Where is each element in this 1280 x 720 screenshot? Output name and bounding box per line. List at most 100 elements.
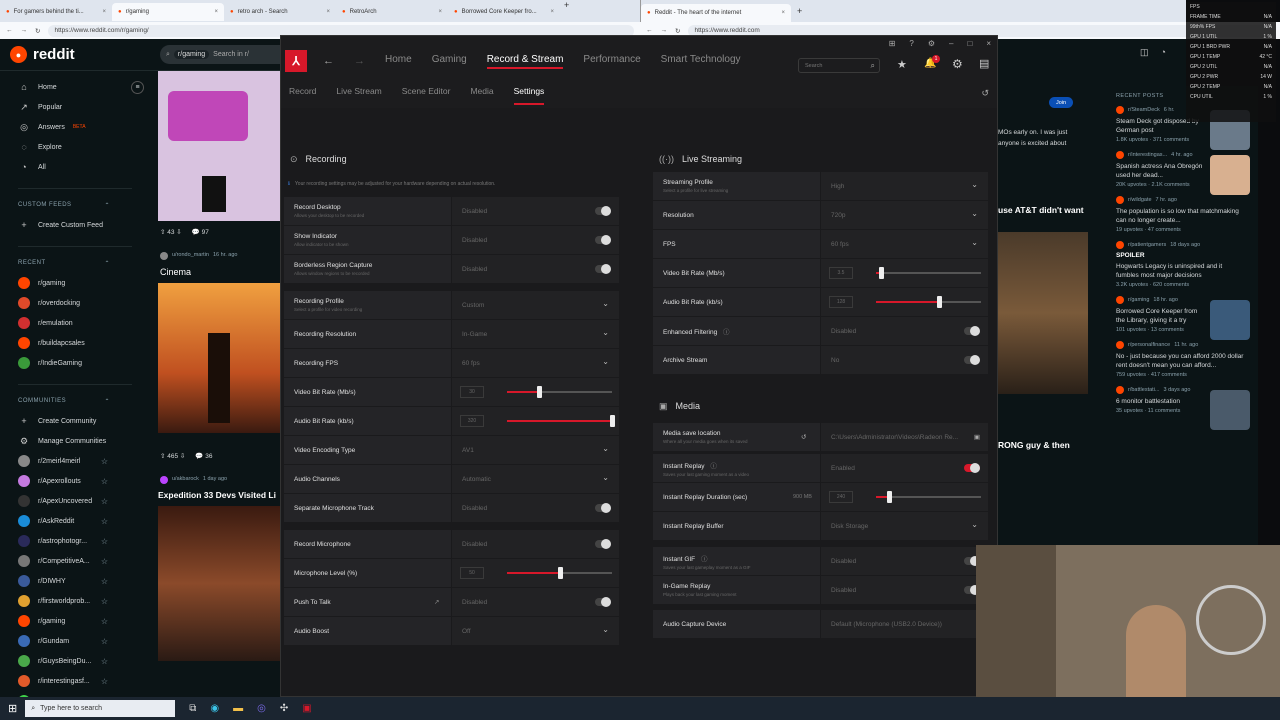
app-icon[interactable]: ✣ [280,703,288,714]
setting-row-video-bit-rate-mb-s-[interactable]: Video Bit Rate (Mb/s) 3.5 [653,259,988,287]
forward-icon[interactable]: → [661,27,668,34]
setting-row-borderless-region-capture[interactable]: Borderless Region Capture Allows window r… [284,255,619,283]
amd-nav-smart-technology[interactable]: Smart Technology [661,54,741,69]
setting-row-audio-bit-rate-kb-s-[interactable]: Audio Bit Rate (kb/s) 320 [284,407,619,435]
toggle-switch[interactable] [595,235,611,245]
post-title[interactable]: Cinema [160,267,191,277]
setting-row-recording-resolution[interactable]: Recording Resolution In-Game ⌄ [284,320,619,348]
slider-handle[interactable] [557,567,563,579]
setting-row-fps[interactable]: FPS 60 fps ⌄ [653,230,988,258]
amd-nav-home[interactable]: Home [385,54,412,69]
community-item[interactable]: r/firstworldprob... ☆ [0,591,150,611]
file-explorer-icon[interactable]: ▬ [233,703,243,714]
comments-button[interactable]: 💬 36 [195,452,212,460]
tab-media[interactable]: Media [470,86,493,108]
setting-row-instant-gif[interactable]: Instant GIF ⓘ Saves your last gameplay mo… [653,547,988,575]
recent-post[interactable]: r/personalfinance 11 hr. ago No - just bec… [1116,341,1258,378]
chevron-down-icon[interactable]: ⌄ [602,357,609,366]
value-slider[interactable] [507,415,615,427]
favorite-star-icon[interactable]: ☆ [101,477,108,486]
favorite-star-icon[interactable]: ☆ [101,577,108,586]
setting-row-instant-replay-buffer[interactable]: Instant Replay Buffer Disk Storage ⌄ [653,512,988,540]
setting-row-in-game-replay[interactable]: In-Game Replay Plays back your last gamin… [653,576,988,604]
setting-row-audio-bit-rate-kb-s-[interactable]: Audio Bit Rate (kb/s) 128 [653,288,988,316]
value-slider[interactable] [507,567,612,579]
back-icon[interactable]: ← [646,27,653,34]
toggle-switch[interactable] [595,539,611,549]
close-icon[interactable]: × [102,9,106,15]
chevron-down-icon[interactable]: ⌄ [602,473,609,482]
slider-handle[interactable] [536,386,542,398]
join-button[interactable]: Join [1049,97,1073,108]
maximize-icon[interactable]: □ [967,39,972,48]
setting-row-streaming-profile[interactable]: Streaming Profile Select a profile for li… [653,172,988,200]
reddit-search[interactable]: ⌕ r/gaming Search in r/ [160,45,290,64]
community-item[interactable]: r/CompetitiveA... ☆ [0,551,150,571]
setting-row-instant-replay-duration-sec-[interactable]: Instant Replay Duration (sec) 900 MB 240 [653,483,988,511]
minimize-icon[interactable]: – [949,39,953,48]
post-thumbnail[interactable] [1210,300,1250,340]
windows-start-icon[interactable]: ⊞ [8,702,17,715]
vote-button[interactable]: ⇧ 43 ⇩ [160,228,182,236]
amd-nav-performance[interactable]: Performance [583,54,640,69]
value-input[interactable]: 3.5 [829,267,853,279]
post-image[interactable] [158,71,280,221]
settings-icon[interactable]: ⚙ [928,39,935,48]
community-item[interactable]: r/gaming ☆ [0,611,150,631]
post-thumbnail[interactable] [1210,390,1250,430]
toggle-switch[interactable] [595,206,611,216]
sidebar-item-home[interactable]: ⌂ Home ≡ [0,77,150,97]
advertise-icon[interactable]: ◫ [1140,47,1149,58]
reload-icon[interactable]: ↻ [675,27,680,35]
chrome-icon[interactable]: ◎ [257,703,266,714]
amd-search[interactable]: Search ⌕ [798,58,880,73]
new-tab-icon[interactable]: + [797,6,802,16]
communities-header[interactable]: COMMUNITIES ⌃ [0,391,150,411]
recent-community[interactable]: r/buildapcsales [0,333,150,353]
browser-tab[interactable]: ● RetroArch × [336,3,448,21]
custom-feeds-header[interactable]: CUSTOM FEEDS ⌃ [0,195,150,215]
setting-row-separate-microphone-track[interactable]: Separate Microphone Track Disabled [284,494,619,522]
close-icon[interactable]: × [326,9,330,15]
post-author[interactable]: u/akbarock [172,476,199,484]
setting-row-recording-profile[interactable]: Recording Profile Select a profile for vi… [284,291,619,319]
recent-header[interactable]: RECENT ⌃ [0,253,150,273]
setting-row-audio-capture-device[interactable]: Audio Capture Device Default (Microphone … [653,610,988,638]
browser-tab[interactable]: ● retro arch - Search × [224,3,336,21]
browser-tab[interactable]: ● r/gaming × [112,3,224,21]
value-slider[interactable] [507,386,612,398]
value-input[interactable]: 50 [460,567,484,579]
setting-row-record-microphone[interactable]: Record Microphone Disabled [284,530,619,558]
chevron-down-icon[interactable]: ⌄ [971,180,978,189]
search-chip[interactable]: r/gaming [173,50,210,59]
task-view-icon[interactable]: ⧉ [189,703,196,714]
favorite-icon[interactable]: ★ [897,58,907,71]
reddit-logo[interactable]: ● reddit [10,46,75,63]
setting-row-microphone-level-[interactable]: Microphone Level (%) 50 [284,559,619,587]
post-title[interactable]: RONG guy & then [998,440,1070,450]
help-icon[interactable]: ⓘ [699,556,708,563]
create-community[interactable]: + Create Community [0,411,150,431]
vote-button[interactable]: ⇧ 465 ⇩ [160,452,185,460]
close-icon[interactable]: × [214,9,218,15]
chevron-down-icon[interactable]: ⌄ [602,625,609,634]
post-title[interactable]: Expedition 33 Devs Visited Li [158,490,276,500]
recent-community[interactable]: r/emulation [0,313,150,333]
toggle-switch[interactable] [595,503,611,513]
setting-row-show-indicator[interactable]: Show Indicator Allow indicator to be show… [284,226,619,254]
setting-row-audio-boost[interactable]: Audio Boost Off ⌄ [284,617,619,645]
toggle-switch[interactable] [964,355,980,365]
recent-post[interactable]: r/gaming 18 hr. ago Borrowed Core Keeper f… [1116,296,1258,340]
chevron-down-icon[interactable]: ⌄ [971,238,978,247]
toggle-switch[interactable] [964,463,980,473]
slider-handle[interactable] [886,491,892,503]
setting-row-media-save-location[interactable]: Media save location Where all your media … [653,423,988,451]
chevron-down-icon[interactable]: ⌄ [971,520,978,529]
setting-row-archive-stream[interactable]: Archive Stream No [653,346,988,374]
favorite-star-icon[interactable]: ☆ [101,677,108,686]
amd-taskbar-icon[interactable]: ▣ [302,703,311,714]
community-item[interactable]: r/AskReddit ☆ [0,511,150,531]
tab-scene-editor[interactable]: Scene Editor [402,86,451,108]
value-input[interactable]: 30 [460,386,484,398]
edge-icon[interactable]: ◉ [210,703,219,714]
